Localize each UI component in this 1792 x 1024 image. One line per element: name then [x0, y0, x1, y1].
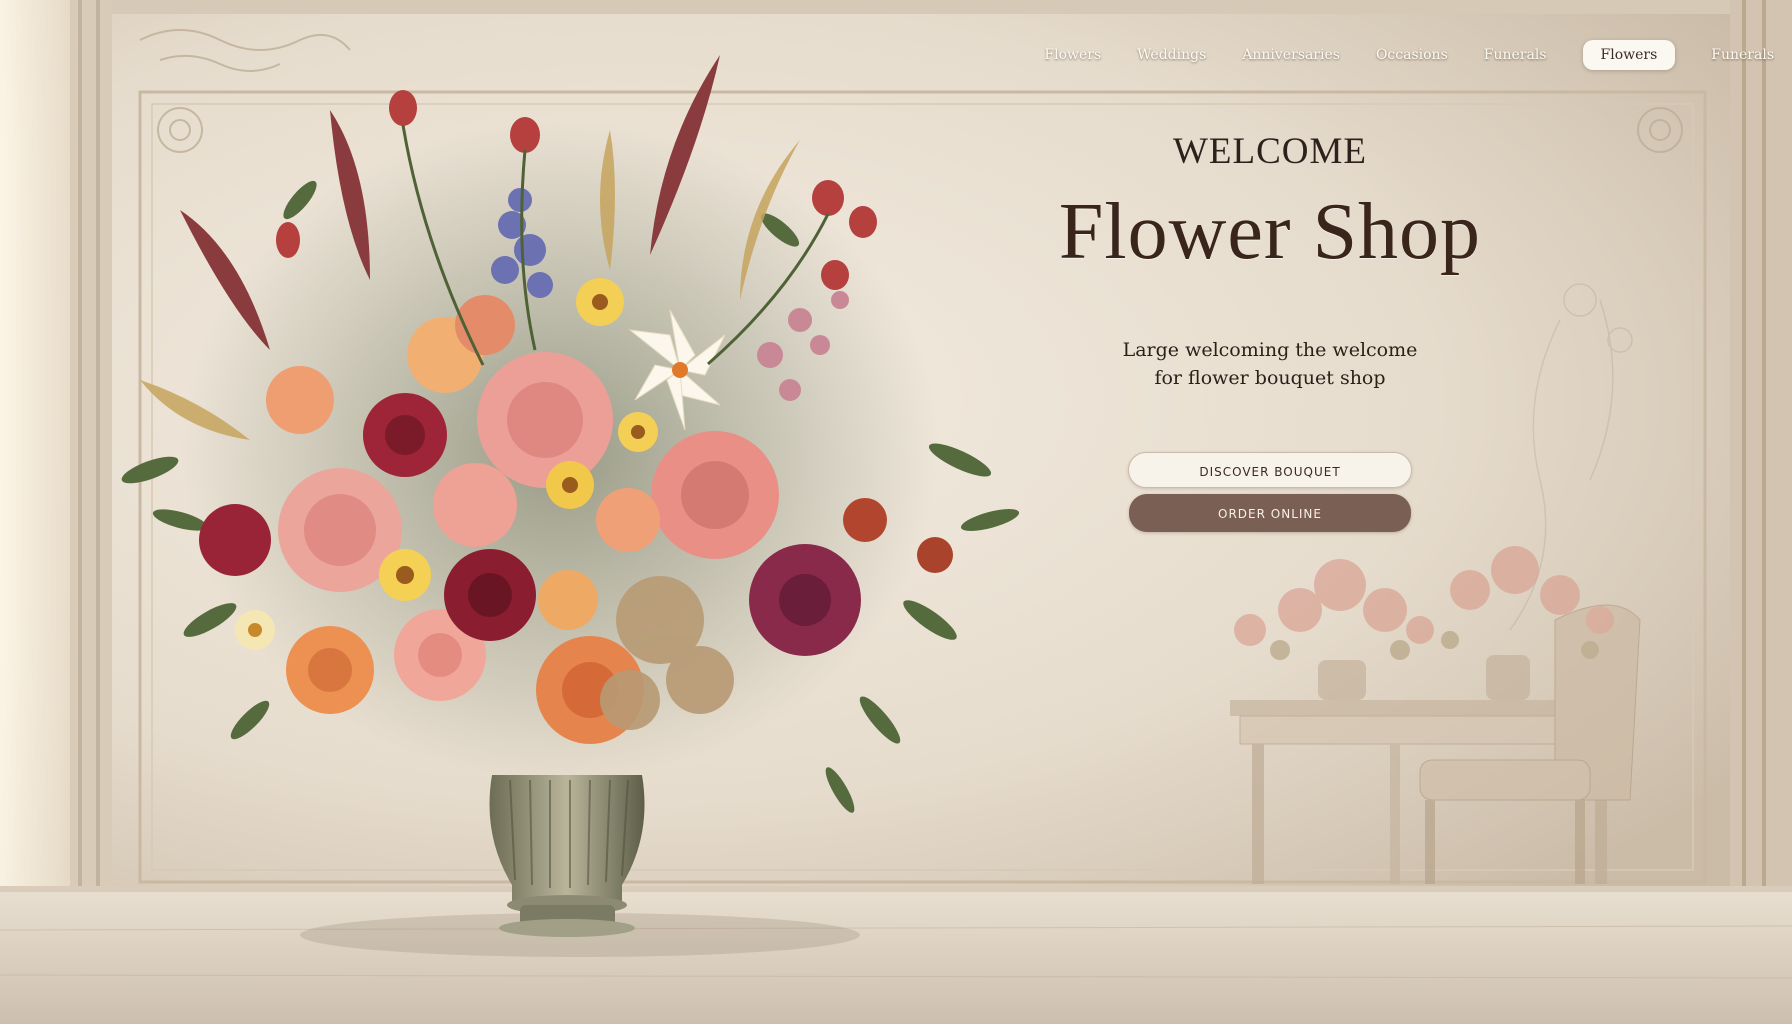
- order-online-button[interactable]: ORDER ONLINE: [1129, 494, 1411, 532]
- nav-item-flowers-active[interactable]: Flowers: [1582, 40, 1676, 70]
- nav-item-funerals[interactable]: Funerals: [1484, 47, 1547, 63]
- nav-item-occasions[interactable]: Occasions: [1376, 47, 1448, 63]
- hero-tagline: Large welcoming the welcome for flower b…: [1080, 336, 1460, 392]
- nav-item-weddings[interactable]: Weddings: [1137, 47, 1206, 63]
- page-title: Flower Shop: [1058, 188, 1482, 276]
- main-nav: Flowers Weddings Anniversaries Occasions…: [1044, 38, 1774, 72]
- nav-item-flowers[interactable]: Flowers: [1044, 47, 1101, 63]
- tagline-line-2: for flower bouquet shop: [1154, 367, 1386, 389]
- welcome-heading: WELCOME: [1172, 131, 1368, 172]
- nav-item-funerals-2[interactable]: Funerals: [1711, 47, 1774, 63]
- nav-item-anniversaries[interactable]: Anniversaries: [1242, 47, 1340, 63]
- hero-section: WELCOME Flower Shop Large welcoming the …: [980, 118, 1560, 532]
- discover-bouquet-button[interactable]: DISCOVER BOUQUET: [1128, 452, 1412, 488]
- tagline-line-1: Large welcoming the welcome: [1122, 339, 1418, 361]
